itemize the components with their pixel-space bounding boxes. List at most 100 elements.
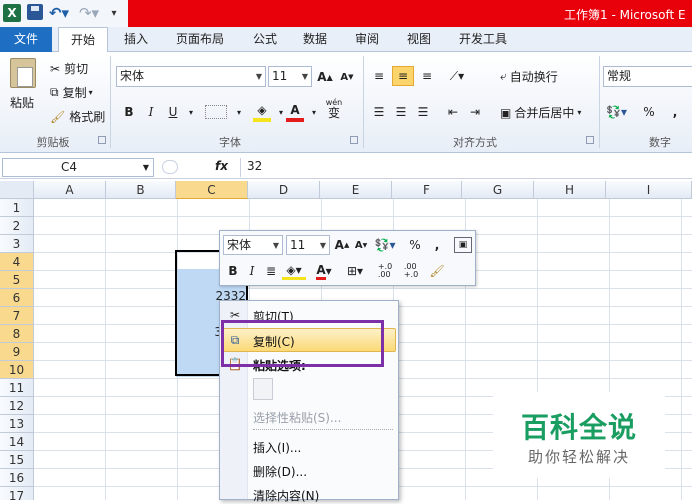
align-middle-icon[interactable]: ≡ xyxy=(392,66,414,86)
row-header-13[interactable]: 13 xyxy=(0,415,34,433)
align-center-icon[interactable]: ☰ xyxy=(392,102,410,122)
insert-function-icon[interactable]: fx xyxy=(215,159,228,173)
format-painter-button[interactable]: 🖌 格式刷 xyxy=(50,108,105,125)
decrease-indent-icon[interactable]: ⇤ xyxy=(444,102,462,122)
mini-fill-color-icon[interactable]: ◈▾ xyxy=(282,262,306,280)
row-header-8[interactable]: 8 xyxy=(0,325,34,343)
copy-button[interactable]: ⧉ 复制 ▾ xyxy=(50,84,93,101)
column-header-H[interactable]: H xyxy=(534,181,606,199)
formula-input[interactable]: 32 xyxy=(240,158,692,177)
tab-developer[interactable]: 开发工具 xyxy=(447,27,519,52)
menu-item-insert[interactable]: 插入(I)... xyxy=(253,439,301,456)
row-header-4[interactable]: 4 xyxy=(0,253,34,271)
menu-item-delete[interactable]: 删除(D)... xyxy=(253,463,307,480)
grow-font-button[interactable]: A ▲ xyxy=(316,67,334,87)
mini-grow-font-button[interactable]: A ▲ xyxy=(334,236,350,254)
column-header-G[interactable]: G xyxy=(462,181,534,199)
row-header-14[interactable]: 14 xyxy=(0,433,34,451)
row-header-17[interactable]: 17 xyxy=(0,487,34,500)
column-header-C[interactable]: C xyxy=(176,181,248,199)
align-right-icon[interactable]: ☰ xyxy=(414,102,432,122)
column-header-A[interactable]: A xyxy=(34,181,106,199)
align-left-icon[interactable]: ☰ xyxy=(370,102,388,122)
alignment-launcher-icon[interactable] xyxy=(586,136,594,144)
bold-button[interactable]: B xyxy=(120,102,138,122)
mini-border-icon[interactable]: ⊞▾ xyxy=(342,262,368,280)
tab-file[interactable]: 文件 xyxy=(0,27,52,52)
font-size-combo[interactable]: 11 ▼ xyxy=(268,66,312,87)
row-header-5[interactable]: 5 xyxy=(0,271,34,289)
mini-font-size-combo[interactable]: 11 ▼ xyxy=(286,235,330,255)
tab-page-layout[interactable]: 页面布局 xyxy=(164,27,236,52)
increase-indent-icon[interactable]: ⇥ xyxy=(466,102,484,122)
fill-color-icon[interactable]: ◈ xyxy=(253,102,271,122)
mini-currency-icon[interactable]: 💱▾ xyxy=(374,236,396,254)
chevron-down-icon[interactable]: ▾ xyxy=(182,102,200,122)
mini-increase-decimal-icon[interactable]: +.0 .00 xyxy=(374,262,396,280)
tab-view[interactable]: 视图 xyxy=(395,27,443,52)
tab-data[interactable]: 数据 xyxy=(291,27,339,52)
underline-button[interactable]: U xyxy=(164,102,182,122)
menu-item-clear-contents[interactable]: 清除内容(N) xyxy=(253,487,319,504)
row-header-6[interactable]: 6 xyxy=(0,289,34,307)
row-header-3[interactable]: 3 xyxy=(0,235,34,253)
tab-home[interactable]: 开始 xyxy=(58,27,109,53)
customize-quick-access-icon[interactable]: ▾ xyxy=(108,4,120,22)
tab-formulas[interactable]: 公式 xyxy=(241,27,289,52)
select-all-corner[interactable] xyxy=(0,181,34,199)
cut-button[interactable]: ✂ 剪切 xyxy=(50,60,88,77)
tab-insert[interactable]: 插入 xyxy=(112,27,160,52)
percent-button[interactable]: % xyxy=(640,102,658,122)
wrap-text-button[interactable]: ⤶ 自动换行 xyxy=(500,68,558,85)
number-format-combo[interactable]: 常规 xyxy=(603,66,692,87)
mini-font-name-combo[interactable]: 宋体 ▼ xyxy=(223,235,283,255)
row-header-10[interactable]: 10 xyxy=(0,361,34,379)
merge-center-button[interactable]: ▣ 合并后居中 ▾ xyxy=(500,104,581,121)
mini-center-icon[interactable]: ≣ xyxy=(263,262,279,280)
font-name-combo[interactable]: 宋体 ▼ xyxy=(116,66,266,87)
excel-app-icon[interactable]: X xyxy=(3,4,21,22)
align-top-icon[interactable]: ≡ xyxy=(370,66,388,86)
align-bottom-icon[interactable]: ≡ xyxy=(418,66,436,86)
paste-option-icon[interactable] xyxy=(253,378,273,400)
mini-bold-button[interactable]: B xyxy=(225,262,241,280)
comma-button[interactable]: , xyxy=(666,102,684,122)
mini-merge-icon[interactable]: ▣ xyxy=(454,237,472,253)
clipboard-launcher-icon[interactable] xyxy=(98,136,106,144)
row-header-1[interactable]: 1 xyxy=(0,199,34,217)
column-header-I[interactable]: I xyxy=(606,181,692,199)
row-header-12[interactable]: 12 xyxy=(0,397,34,415)
mini-percent-button[interactable]: % xyxy=(408,236,422,254)
orientation-icon[interactable]: ⟋▾ xyxy=(448,66,466,86)
mini-shrink-font-button[interactable]: A ▼ xyxy=(353,236,369,254)
mini-comma-button[interactable]: , xyxy=(432,236,442,254)
paste-icon[interactable] xyxy=(10,58,36,88)
column-header-B[interactable]: B xyxy=(106,181,176,199)
cell-C8[interactable]: 3 xyxy=(176,325,222,339)
row-header-2[interactable]: 2 xyxy=(0,217,34,235)
column-header-F[interactable]: F xyxy=(392,181,462,199)
italic-button[interactable]: I xyxy=(142,102,160,122)
save-icon[interactable] xyxy=(27,4,43,20)
tab-review[interactable]: 审阅 xyxy=(343,27,391,52)
row-header-15[interactable]: 15 xyxy=(0,451,34,469)
row-header-11[interactable]: 11 xyxy=(0,379,34,397)
chevron-down-icon[interactable]: ▾ xyxy=(305,102,323,122)
currency-icon[interactable]: 💱▾ xyxy=(606,102,627,122)
font-color-icon[interactable]: A xyxy=(286,102,304,122)
row-header-16[interactable]: 16 xyxy=(0,469,34,487)
mini-font-color-icon[interactable]: A ▾ xyxy=(312,262,336,280)
mini-decrease-decimal-icon[interactable]: .00 +.0 xyxy=(400,262,422,280)
border-icon[interactable] xyxy=(205,105,227,119)
phonetic-guide-button[interactable]: wén 变 xyxy=(325,98,343,119)
shrink-font-button[interactable]: A ▼ xyxy=(338,67,356,87)
row-header-7[interactable]: 7 xyxy=(0,307,34,325)
mini-format-painter-icon[interactable]: 🖌 xyxy=(428,262,446,280)
column-header-E[interactable]: E xyxy=(320,181,392,199)
name-box[interactable]: C4 ▼ xyxy=(2,158,154,177)
row-header-9[interactable]: 9 xyxy=(0,343,34,361)
font-launcher-icon[interactable] xyxy=(350,136,358,144)
chevron-down-icon[interactable]: ▾ xyxy=(230,102,248,122)
mini-italic-button[interactable]: I xyxy=(245,262,259,280)
column-header-D[interactable]: D xyxy=(248,181,320,199)
